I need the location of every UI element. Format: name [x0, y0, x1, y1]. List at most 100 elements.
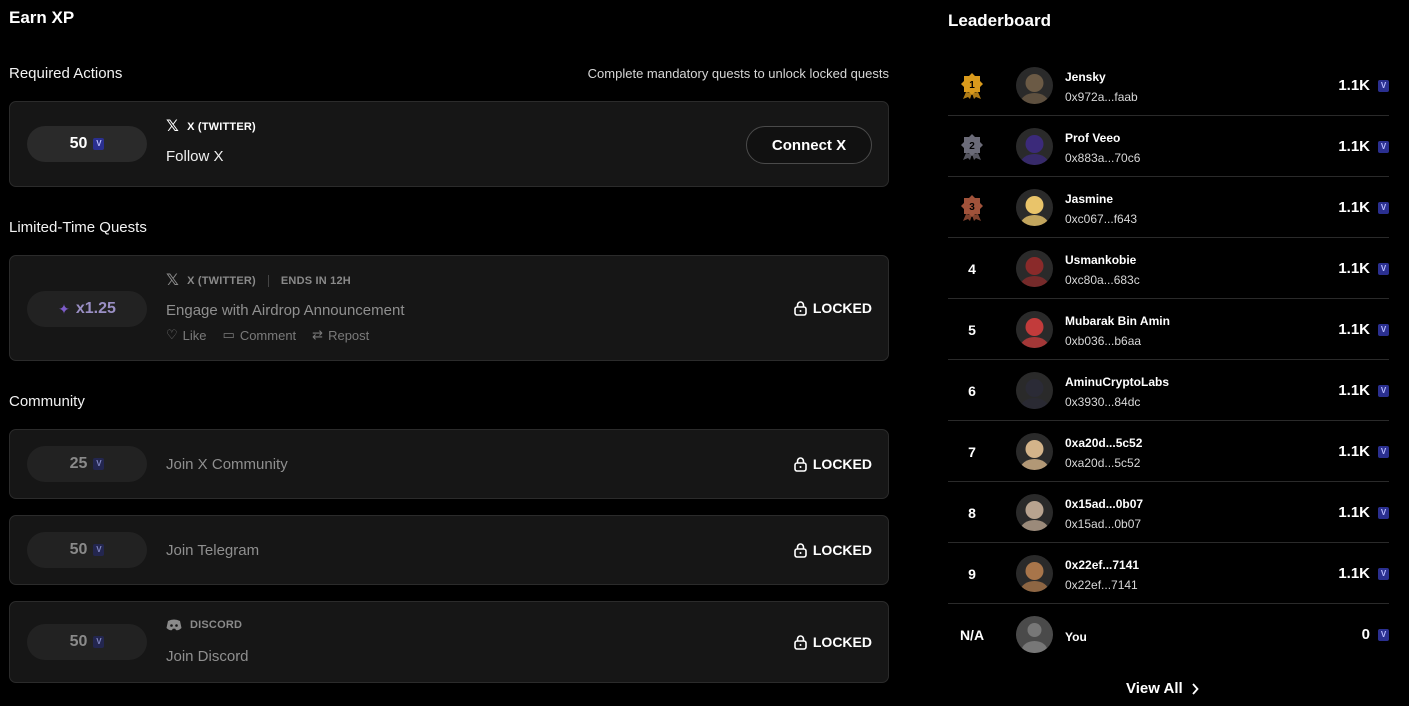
- xp-score: 1.1K V: [1338, 421, 1389, 482]
- boost-value: x1.25: [75, 300, 116, 317]
- medal-rank: 3: [969, 202, 975, 213]
- user-name: AminuCryptoLabs: [1065, 375, 1170, 389]
- connect-x-button[interactable]: Connect X: [746, 126, 872, 164]
- v-token-icon: V: [93, 636, 105, 648]
- leaderboard-row[interactable]: 3 Jasmine 0xc067...f643 1.1K V: [948, 177, 1389, 238]
- xp-score: 1.1K V: [1338, 482, 1389, 543]
- rank-number: 5: [968, 321, 976, 338]
- avatar-image: [1016, 311, 1053, 348]
- quest-task: Join Telegram: [166, 542, 260, 559]
- avatar-image: [1016, 372, 1053, 409]
- leaderboard-row[interactable]: 2 Prof Veeo 0x883a...70c6 1.1K V: [948, 116, 1389, 177]
- lock-icon: [794, 456, 807, 472]
- medal-icon: 3: [961, 194, 983, 221]
- medal-icon: 2: [954, 116, 990, 177]
- platform-name: DISCORD: [190, 619, 243, 631]
- quest-card-follow-x: 50 V 𝕏 X (TWITTER) Follow X Connect X: [9, 101, 889, 187]
- user-name: 0x15ad...0b07: [1065, 497, 1144, 511]
- avatar: [1016, 372, 1053, 409]
- user-name: Prof Veeo: [1065, 131, 1121, 145]
- xp-value: 1.1K: [1338, 382, 1370, 399]
- quest-card-x-community: 25 V Join X Community LOCKED: [9, 429, 889, 499]
- user-name: You: [1065, 630, 1087, 644]
- user-name: Usmankobie: [1065, 253, 1137, 267]
- locked-label: LOCKED: [812, 634, 872, 650]
- xp-score: 1.1K V: [1338, 177, 1389, 238]
- lock-icon: [794, 542, 807, 558]
- rank-number: 7: [968, 443, 976, 460]
- v-token-icon: V: [93, 458, 105, 470]
- community-title: Community: [9, 393, 85, 410]
- platform-name: X (TWITTER): [187, 275, 256, 287]
- user-name: 0x22ef...7141: [1065, 558, 1140, 572]
- medal-icon: 1: [961, 72, 983, 99]
- xp-score: 1.1K V: [1338, 55, 1389, 116]
- xp-pill: 50 V: [27, 126, 147, 162]
- leaderboard-row[interactable]: 1 Jensky 0x972a...faab 1.1K V: [948, 55, 1389, 116]
- xp-pill: 25 V: [27, 446, 147, 482]
- medal-icon: 1: [954, 55, 990, 116]
- leaderboard-row[interactable]: 7 0xa20d...5c52 0xa20d...5c52 1.1K V: [948, 421, 1389, 482]
- medal-rank: 2: [969, 141, 975, 152]
- x-logo-icon: 𝕏: [166, 118, 180, 135]
- xp-value: 1.1K: [1338, 77, 1370, 94]
- leaderboard-row[interactable]: 5 Mubarak Bin Amin 0xb036...b6aa 1.1K V: [948, 299, 1389, 360]
- leaderboard-row[interactable]: N/A You 0 V: [948, 604, 1389, 665]
- quest-task: Engage with Airdrop Announcement: [166, 302, 405, 319]
- xp-value: 1.1K: [1338, 260, 1370, 277]
- leaderboard-row[interactable]: 8 0x15ad...0b07 0x15ad...0b07 1.1K V: [948, 482, 1389, 543]
- view-all-label: View All: [1126, 680, 1183, 697]
- locked-label: LOCKED: [812, 456, 872, 472]
- quest-card-airdrop: ✦ x1.25 𝕏 X (TWITTER) ENDS IN 12H Engage…: [9, 255, 889, 361]
- leaderboard-row[interactable]: 6 AminuCryptoLabs 0x3930...84dc 1.1K V: [948, 360, 1389, 421]
- avatar: [1016, 67, 1053, 104]
- rank-number: 4: [968, 260, 976, 277]
- avatar: [1016, 311, 1053, 348]
- xp-value: 0: [1361, 626, 1370, 643]
- view-all-button[interactable]: View All: [1126, 680, 1199, 697]
- avatar: [1016, 189, 1053, 226]
- platform-label: DISCORD: [166, 619, 242, 631]
- rank-number: 8: [968, 504, 976, 521]
- v-token-icon: V: [1378, 567, 1389, 580]
- discord-icon: [166, 619, 182, 631]
- xp-score: 1.1K V: [1338, 299, 1389, 360]
- x-logo-icon: 𝕏: [166, 272, 180, 289]
- xp-value: 1.1K: [1338, 138, 1370, 155]
- quest-task: Join Discord: [166, 648, 249, 665]
- v-token-icon: V: [1378, 201, 1389, 214]
- divider: [267, 275, 269, 287]
- rank-number: 9: [968, 565, 976, 582]
- locked-status: LOCKED: [794, 542, 872, 558]
- v-token-icon: V: [1378, 323, 1389, 336]
- leaderboard-row[interactable]: 4 Usmankobie 0xc80a...683c 1.1K V: [948, 238, 1389, 299]
- leaderboard-row[interactable]: 9 0x22ef...7141 0x22ef...7141 1.1K V: [948, 543, 1389, 604]
- like-action[interactable]: ♡ Like: [166, 327, 207, 343]
- comment-action[interactable]: ▭ Comment: [223, 327, 297, 343]
- quest-task: Follow X: [166, 148, 224, 165]
- xp-value: 1.1K: [1338, 504, 1370, 521]
- wallet-address: 0xc067...f643: [1065, 212, 1138, 226]
- repost-action[interactable]: ⇄ Repost: [312, 327, 369, 343]
- repost-label: Repost: [328, 327, 370, 343]
- required-actions-title: Required Actions: [9, 65, 123, 82]
- chevron-right-icon: [1192, 682, 1199, 695]
- avatar-image: [1016, 433, 1053, 470]
- wallet-address: 0x22ef...7141: [1065, 578, 1138, 592]
- avatar-image: [1016, 189, 1053, 226]
- locked-status: LOCKED: [794, 300, 872, 316]
- xp-score: 1.1K V: [1338, 360, 1389, 421]
- xp-score: 0V: [1362, 604, 1389, 665]
- avatar: [1016, 555, 1053, 592]
- page-title: Earn XP: [9, 8, 75, 27]
- v-token-icon: V: [1378, 445, 1389, 458]
- limited-quests-title: Limited-Time Quests: [9, 219, 147, 236]
- locked-status: LOCKED: [794, 456, 872, 472]
- required-actions-note: Complete mandatory quests to unlock lock…: [587, 66, 889, 81]
- xp-value: 25: [69, 455, 88, 472]
- avatar: [1016, 250, 1053, 287]
- user-name: Jasmine: [1065, 192, 1114, 206]
- user-placeholder-icon: [1016, 616, 1053, 653]
- medal-icon: 3: [954, 177, 990, 238]
- ends-label: ENDS IN 12H: [280, 275, 351, 287]
